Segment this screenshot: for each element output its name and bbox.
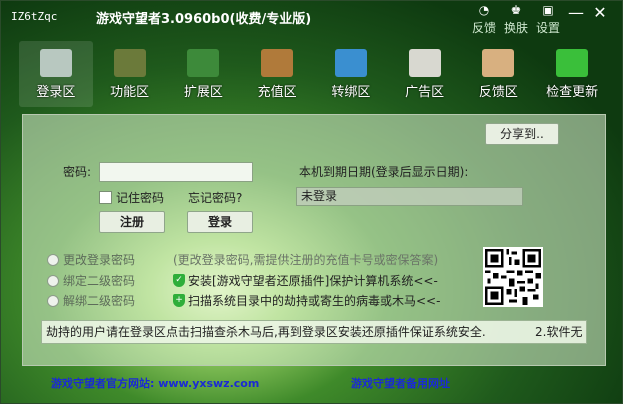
chip-icon — [113, 49, 146, 77]
tab-check-update[interactable]: 检查更新 — [535, 41, 609, 107]
wallet-icon — [261, 49, 294, 77]
tab-recharge-label: 充值区 — [257, 85, 297, 100]
register-button[interactable]: 注册 — [99, 211, 165, 233]
feedback-tool[interactable]: ◔ 反馈 — [470, 3, 498, 36]
shield-check-icon: ✓ — [173, 274, 185, 287]
skin-tool[interactable]: ♚ 换肤 — [502, 3, 530, 36]
share-button[interactable]: 分享到.. — [485, 123, 559, 145]
expire-date-value: 未登录 — [296, 187, 523, 206]
tab-extensions-label: 扩展区 — [183, 85, 223, 100]
remember-label: 记住密码 — [116, 191, 165, 205]
memory-icon — [187, 49, 220, 77]
notice-text: 劫持的用户请在登录区点击扫描查杀木马后,再到登录区安装还原插件保证系统安全. — [41, 320, 587, 344]
tab-extensions[interactable]: 扩展区 — [167, 41, 241, 107]
tab-recharge[interactable]: 充值区 — [240, 41, 314, 107]
title-bar: IZ6tZqc 游戏守望者3.0960b0(收费/专业版) ◔ 反馈 ♚ 换肤 … — [1, 1, 622, 35]
settings-tool-label: 设置 — [535, 21, 560, 35]
skin-tool-label: 换肤 — [503, 21, 528, 35]
option-change-password[interactable]: 更改登录密码 — [47, 251, 135, 268]
backup-site-link[interactable]: 游戏守望者备用网址 — [351, 375, 450, 391]
official-site-link[interactable]: 游戏守望者官方网站: www.yxswz.com — [51, 375, 259, 391]
install-plugin-hint[interactable]: ✓ 安装[游戏守望者还原插件]保护计算机系统<<- — [173, 272, 438, 289]
radio-change-password[interactable] — [47, 253, 59, 266]
radio-bind-secondary[interactable] — [47, 274, 59, 287]
chain-link-icon — [39, 49, 72, 77]
tab-login[interactable]: 登录区 — [19, 41, 93, 107]
shield-plus-icon: + — [173, 294, 185, 307]
feedback-tool-label: 反馈 — [471, 21, 496, 35]
title-tools: ◔ 反馈 ♚ 换肤 ▣ 设置 — [470, 3, 562, 36]
option-bind-secondary[interactable]: 绑定二级密码 — [47, 272, 135, 289]
feedback-icon: ◔ — [478, 3, 490, 17]
tab-check-update-label: 检查更新 — [546, 85, 599, 100]
skin-icon: ♚ — [510, 3, 522, 17]
envelope-icon — [482, 49, 515, 77]
option-change-password-label: 更改登录密码 — [63, 253, 136, 267]
password-input[interactable] — [99, 162, 253, 182]
checkbox-icon — [556, 49, 589, 77]
forgot-password-link[interactable]: 忘记密码? — [188, 189, 242, 206]
tab-feedback[interactable]: 反馈区 — [462, 41, 536, 107]
scan-system-hint[interactable]: + 扫描系统目录中的劫持或寄生的病毒或木马<<- — [173, 292, 440, 309]
window-title: 游戏守望者3.0960b0(收费/专业版) — [96, 12, 312, 27]
remember-password[interactable]: 记住密码 — [99, 189, 164, 206]
install-plugin-text: 安装[游戏守望者还原插件]保护计算机系统<<- — [188, 274, 438, 288]
expire-date-label: 本机到期日期(登录后显示日期): — [299, 165, 469, 179]
tab-login-label: 登录区 — [36, 85, 76, 100]
newspaper-icon — [408, 49, 441, 77]
app-id: IZ6tZqc — [11, 10, 58, 23]
notice-extra: 2.软件无 — [535, 325, 583, 339]
tab-rebind[interactable]: 转绑区 — [314, 41, 388, 107]
app-window: IZ6tZqc 游戏守望者3.0960b0(收费/专业版) ◔ 反馈 ♚ 换肤 … — [0, 0, 623, 404]
minimize-button[interactable]: — — [566, 3, 586, 22]
tab-feedback-label: 反馈区 — [478, 85, 518, 100]
main-toolbar: 登录区 功能区 扩展区 充值区 转绑区 广告区 反馈区 检查更新 — [19, 41, 609, 107]
change-password-hint: (更改登录密码,需提供注册的充值卡号或密保答案) — [173, 253, 439, 267]
tab-features-label: 功能区 — [110, 85, 150, 100]
scan-system-text: 扫描系统目录中的劫持或寄生的病毒或木马<<- — [188, 294, 441, 308]
tab-ads-label: 广告区 — [405, 85, 445, 100]
settings-tool[interactable]: ▣ 设置 — [534, 3, 562, 36]
tab-rebind-label: 转绑区 — [331, 85, 371, 100]
settings-icon: ▣ — [542, 3, 554, 17]
option-unbind-secondary-label: 解绑二级密码 — [63, 294, 136, 308]
option-unbind-secondary[interactable]: 解绑二级密码 — [47, 292, 135, 309]
option-bind-secondary-label: 绑定二级密码 — [63, 274, 136, 288]
login-panel: 分享到.. 密码: 记住密码 忘记密码? 注册 登录 本机到期日期(登录后显示日… — [22, 114, 606, 366]
radio-unbind-secondary[interactable] — [47, 294, 59, 307]
password-label: 密码: — [63, 165, 92, 179]
tab-features[interactable]: 功能区 — [93, 41, 167, 107]
tab-ads[interactable]: 广告区 — [388, 41, 462, 107]
remember-checkbox[interactable] — [99, 191, 112, 204]
close-button[interactable]: ✕ — [590, 3, 610, 22]
qr-code — [483, 247, 543, 307]
monitor-icon — [334, 49, 367, 77]
login-button[interactable]: 登录 — [187, 211, 253, 233]
